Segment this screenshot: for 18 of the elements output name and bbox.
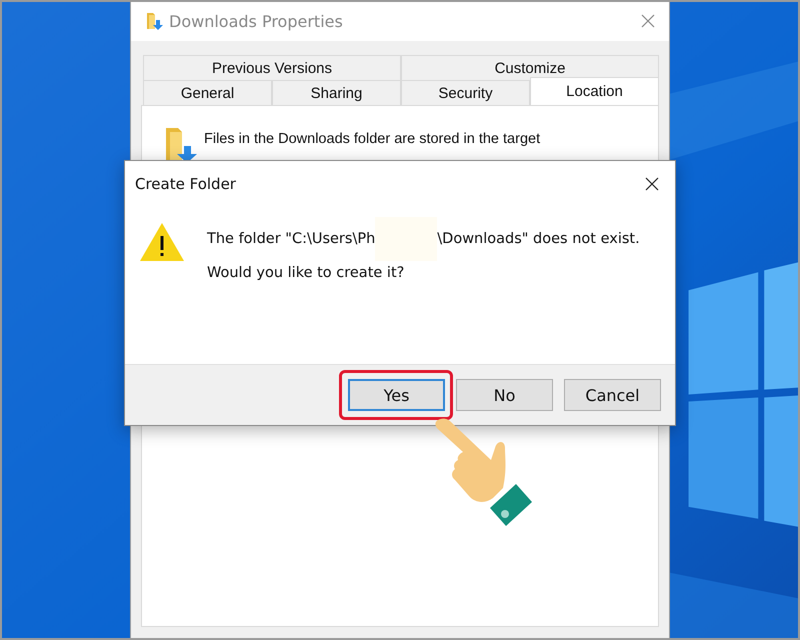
description-text: Files in the Downloads folder are stored in the target — [204, 130, 542, 148]
warning-icon — [139, 221, 185, 263]
tab[interactable]: General — [143, 80, 272, 106]
message-text: The folder "C:\Users\Ph — [207, 231, 376, 247]
tab[interactable]: Previous Versions — [143, 55, 401, 81]
dialog-title: Create Folder — [135, 175, 236, 193]
dialog-button[interactable]: No — [456, 379, 553, 411]
close-icon[interactable] — [645, 177, 659, 191]
question-text: Would you like to create it? — [207, 265, 406, 281]
folder-download-icon — [145, 11, 165, 31]
dialog-button[interactable]: Yes — [348, 379, 445, 411]
message-text: \Downloads" does not exist. — [437, 231, 640, 247]
dialog-button[interactable]: Cancel — [564, 379, 661, 411]
tab[interactable]: Sharing — [272, 80, 401, 106]
window-title: Downloads Properties — [169, 12, 344, 30]
tab[interactable]: Security — [401, 80, 530, 106]
tab[interactable]: Customize — [401, 55, 659, 81]
tab[interactable]: Location — [530, 77, 659, 105]
